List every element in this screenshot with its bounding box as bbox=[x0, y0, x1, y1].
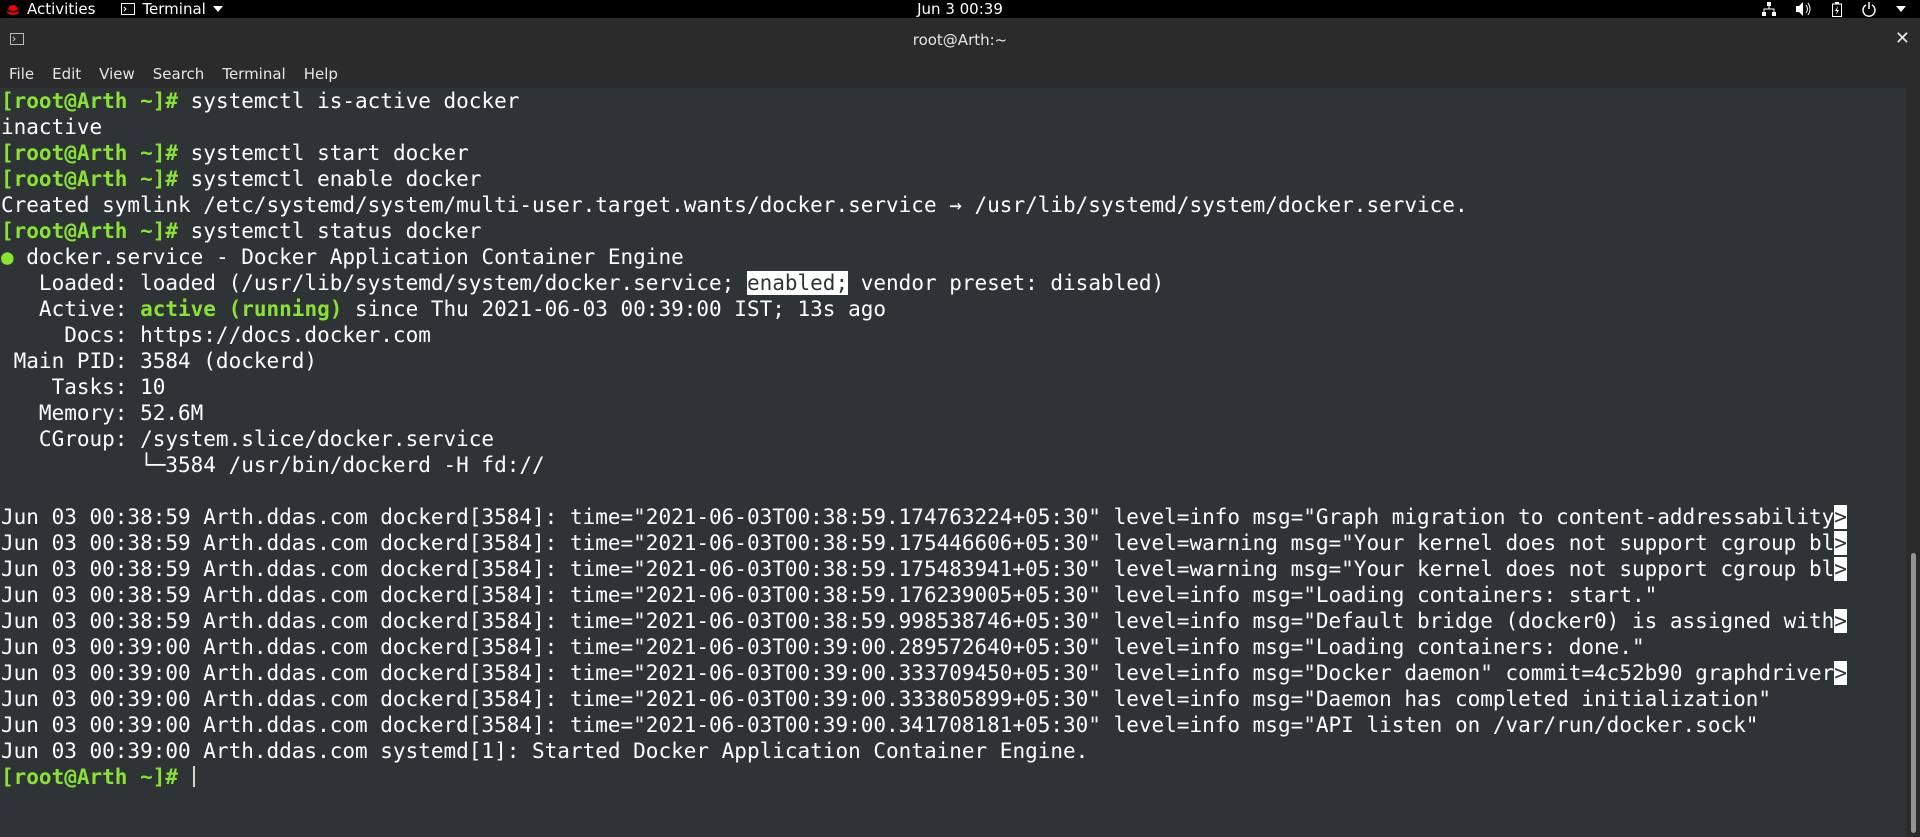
prompt: [root@Arth ~]# bbox=[1, 141, 179, 165]
log-line: Jun 03 00:39:00 Arth.ddas.com systemd[1]… bbox=[1, 739, 1089, 763]
tasks-line: Tasks: 10 bbox=[1, 375, 166, 399]
clock[interactable]: Jun 3 00:39 bbox=[0, 0, 1920, 18]
truncation-marker: > bbox=[1834, 557, 1847, 581]
command: systemctl start docker bbox=[178, 141, 469, 165]
close-icon[interactable]: ✕ bbox=[1895, 30, 1910, 48]
command: systemctl status docker bbox=[178, 219, 482, 243]
top-bar: Activities Terminal Jun 3 00:39 bbox=[0, 0, 1920, 18]
command: systemctl is-active docker bbox=[178, 89, 520, 113]
power-icon bbox=[1862, 1, 1876, 17]
menu-edit[interactable]: Edit bbox=[43, 63, 90, 88]
network-icon bbox=[1762, 2, 1776, 16]
truncation-marker: > bbox=[1834, 531, 1847, 555]
log-line: Jun 03 00:39:00 Arth.ddas.com dockerd[35… bbox=[1, 687, 1772, 711]
selected-text: enabled; bbox=[746, 271, 849, 295]
log-line: Jun 03 00:38:59 Arth.ddas.com dockerd[35… bbox=[1, 583, 1658, 607]
menu-search[interactable]: Search bbox=[144, 63, 214, 88]
active-since: since Thu 2021-06-03 00:39:00 IST; 13s a… bbox=[342, 297, 887, 321]
log-line: Jun 03 00:39:00 Arth.ddas.com dockerd[35… bbox=[1, 635, 1645, 659]
menu-view[interactable]: View bbox=[90, 63, 144, 88]
status-dot-icon: ● bbox=[1, 245, 14, 269]
app-menu-label: Terminal bbox=[142, 0, 206, 18]
chevron-down-icon bbox=[1896, 6, 1906, 12]
prompt: [root@Arth ~]# bbox=[1, 89, 179, 113]
command: systemctl enable docker bbox=[178, 167, 482, 191]
active-label: Active: bbox=[1, 297, 141, 321]
volume-icon bbox=[1796, 2, 1811, 16]
terminal-icon bbox=[121, 3, 136, 15]
prompt: [root@Arth ~]# bbox=[1, 765, 179, 789]
redhat-logo-icon bbox=[6, 5, 20, 15]
menu-bar: File Edit View Search Terminal Help bbox=[0, 63, 1920, 88]
log-line: Jun 03 00:38:59 Arth.ddas.com dockerd[35… bbox=[1, 609, 1835, 633]
log-line: Jun 03 00:38:59 Arth.ddas.com dockerd[35… bbox=[1, 531, 1835, 555]
battery-icon bbox=[1832, 1, 1842, 17]
output-line: Created symlink /etc/systemd/system/mult… bbox=[1, 193, 1468, 217]
output-line: inactive bbox=[1, 115, 103, 139]
docs-line: Docs: https://docs.docker.com bbox=[1, 323, 431, 347]
menu-help[interactable]: Help bbox=[295, 63, 347, 88]
text-cursor bbox=[192, 766, 195, 787]
truncation-marker: > bbox=[1834, 609, 1847, 633]
truncation-marker: > bbox=[1834, 661, 1847, 685]
app-menu-button[interactable]: Terminal bbox=[121, 0, 223, 18]
cgroup-child-line: └─3584 /usr/bin/dockerd -H fd:// bbox=[1, 453, 545, 477]
prompt: [root@Arth ~]# bbox=[1, 167, 179, 191]
terminal-scrollbar[interactable] bbox=[1906, 88, 1920, 837]
pid-line: Main PID: 3584 (dockerd) bbox=[1, 349, 318, 373]
log-line: Jun 03 00:38:59 Arth.ddas.com dockerd[35… bbox=[1, 557, 1835, 581]
loaded-line-rest: vendor preset: disabled) bbox=[848, 271, 1165, 295]
log-line: Jun 03 00:39:00 Arth.ddas.com dockerd[35… bbox=[1, 661, 1835, 685]
prompt: [root@Arth ~]# bbox=[1, 219, 179, 243]
system-tray[interactable] bbox=[1762, 0, 1906, 18]
scrollbar-thumb[interactable] bbox=[1911, 553, 1916, 833]
memory-line: Memory: 52.6M bbox=[1, 401, 204, 425]
activities-label: Activities bbox=[27, 0, 96, 18]
loaded-line: Loaded: loaded (/usr/lib/systemd/system/… bbox=[1, 271, 747, 295]
activities-button[interactable]: Activities bbox=[6, 0, 95, 18]
window-title: root@Arth:~ bbox=[912, 31, 1008, 49]
log-line: Jun 03 00:39:00 Arth.ddas.com dockerd[35… bbox=[1, 713, 1759, 737]
chevron-down-icon bbox=[212, 6, 223, 12]
truncation-marker: > bbox=[1834, 505, 1847, 529]
log-line: Jun 03 00:38:59 Arth.ddas.com dockerd[35… bbox=[1, 505, 1835, 529]
window-titlebar[interactable]: root@Arth:~ ✕ bbox=[0, 18, 1920, 64]
active-state: active (running) bbox=[140, 297, 343, 321]
cgroup-line: CGroup: /system.slice/docker.service bbox=[1, 427, 495, 451]
menu-file[interactable]: File bbox=[0, 63, 43, 88]
unit-description: docker.service - Docker Application Cont… bbox=[13, 245, 684, 269]
terminal-output[interactable]: [root@Arth ~]# systemctl is-active docke… bbox=[0, 88, 1906, 837]
menu-terminal[interactable]: Terminal bbox=[213, 63, 294, 88]
